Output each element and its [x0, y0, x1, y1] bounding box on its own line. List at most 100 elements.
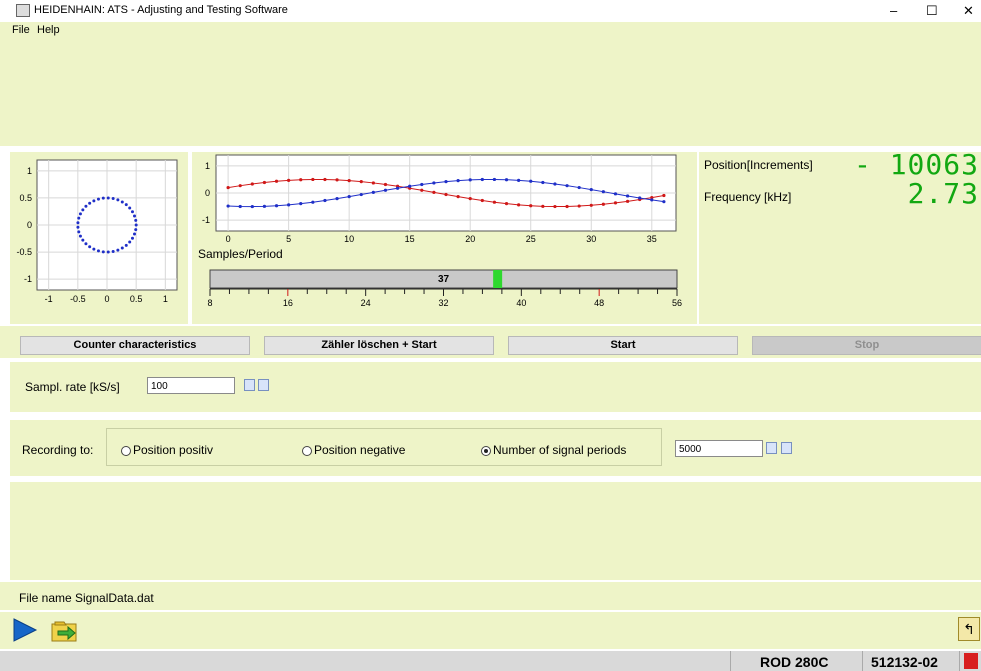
x-tick-label: 30: [586, 234, 596, 244]
empty-panel: [10, 482, 981, 580]
option-number-of-signal-periods-label[interactable]: Number of signal periods: [493, 443, 626, 457]
frequency-value: 2.73: [907, 177, 979, 210]
data-point: [504, 202, 509, 206]
lissajous-panel: -1 -0.5 0 0.5 1 1 0.5 0 -0.5 -1: [10, 152, 188, 324]
file-name-value: SignalData.dat: [75, 591, 154, 605]
data-point: [76, 221, 80, 225]
data-point: [577, 204, 581, 208]
data-point: [492, 200, 497, 204]
file-row: File name SignalData.dat: [0, 582, 981, 610]
data-point: [106, 196, 110, 200]
maximize-icon[interactable]: ☐: [926, 3, 938, 19]
data-point: [468, 197, 472, 201]
data-point: [589, 187, 593, 192]
start-button[interactable]: Start: [508, 336, 738, 355]
slider-thumb: [493, 270, 503, 288]
sampling-rate-label: Sampl. rate [kS/s]: [25, 380, 120, 394]
frequency-label: Frequency [kHz]: [704, 190, 792, 204]
y-tick-label: 1: [27, 166, 32, 176]
option-position-negative-label[interactable]: Position negative: [314, 443, 405, 457]
data-point: [299, 202, 303, 206]
menu-help[interactable]: Help: [37, 24, 60, 36]
data-point: [81, 238, 85, 242]
data-point: [565, 184, 569, 188]
data-point: [504, 178, 509, 182]
data-point: [613, 192, 618, 196]
data-point: [238, 184, 242, 188]
data-point: [589, 203, 593, 207]
close-icon[interactable]: ✕: [963, 3, 974, 19]
x-tick-label: 15: [405, 234, 415, 244]
data-point: [111, 197, 115, 201]
data-point: [134, 218, 138, 222]
zaehler-loeschen-start-button[interactable]: Zähler löschen + Start: [264, 336, 494, 355]
data-point: [78, 234, 82, 238]
bottom-toolbar: ↰: [0, 612, 981, 649]
open-folder-icon[interactable]: [50, 616, 80, 644]
data-point: [106, 250, 110, 254]
signal-chart: 0 5 10 15 20 25 30 3510-1: [202, 154, 677, 244]
data-point: [383, 188, 388, 192]
status-bar: ROD 280C 512132-02: [0, 651, 981, 671]
y-tick-label: -1: [24, 274, 32, 284]
data-point: [124, 203, 128, 207]
data-point: [662, 200, 666, 204]
device-name: ROD 280C: [760, 654, 829, 670]
scale-label: 56: [672, 298, 682, 308]
data-point: [625, 194, 630, 198]
scale-label: 32: [438, 298, 448, 308]
spin-down-icon[interactable]: [766, 442, 777, 454]
data-point: [133, 232, 137, 236]
radio-position-positiv[interactable]: [121, 446, 131, 456]
sampling-rate-input[interactable]: 100: [147, 377, 235, 394]
x-tick-label: 1: [163, 294, 168, 304]
minimize-icon[interactable]: –: [890, 3, 897, 18]
stop-button: Stop: [752, 336, 981, 355]
data-point: [432, 190, 436, 194]
data-point: [662, 193, 666, 198]
data-point: [347, 195, 351, 199]
data-point: [299, 178, 303, 182]
radio-position-negative[interactable]: [302, 446, 312, 456]
option-position-positiv-label[interactable]: Position positiv: [133, 443, 213, 457]
data-point: [134, 223, 138, 227]
data-point: [88, 201, 92, 205]
radio-number-of-signal-periods[interactable]: [481, 446, 491, 456]
readout-panel: Position[Increments] - 10063 Frequency […: [699, 148, 981, 324]
data-point: [287, 203, 291, 207]
data-point: [250, 182, 254, 186]
x-tick-label: 0: [104, 294, 109, 304]
y-tick-label: -1: [202, 215, 210, 225]
menu-bar: File Help: [0, 22, 981, 38]
data-point: [480, 198, 484, 203]
menu-file[interactable]: File: [12, 24, 30, 36]
spin-down-icon[interactable]: [244, 379, 255, 391]
x-tick-label: 0: [226, 234, 231, 244]
data-point: [613, 201, 618, 205]
data-point: [553, 204, 557, 209]
data-point: [625, 199, 630, 203]
data-point: [84, 204, 88, 208]
spin-up-icon[interactable]: [258, 379, 269, 391]
scale-label: 8: [207, 298, 212, 308]
data-point: [226, 185, 230, 190]
data-point: [420, 188, 424, 192]
data-point: [311, 177, 315, 182]
data-point: [78, 212, 82, 216]
sampling-panel: Sampl. rate [kS/s] 100: [10, 362, 981, 412]
status-divider: [959, 651, 960, 671]
recording-periods-input[interactable]: 5000: [675, 440, 763, 457]
x-tick-label: 0.5: [130, 294, 143, 304]
data-point: [383, 182, 388, 187]
data-point: [92, 247, 96, 251]
y-tick-label: 0: [27, 220, 32, 230]
exit-icon[interactable]: ↰: [958, 617, 980, 641]
title-bar: HEIDENHAIN: ATS - Adjusting and Testing …: [0, 0, 981, 22]
spin-up-icon[interactable]: [781, 442, 792, 454]
data-point: [335, 197, 339, 201]
data-point: [359, 180, 363, 184]
samples-value: 37: [438, 274, 450, 285]
counter-characteristics-button[interactable]: Counter characteristics: [20, 336, 250, 355]
play-icon[interactable]: [10, 616, 38, 644]
data-point: [124, 243, 128, 247]
